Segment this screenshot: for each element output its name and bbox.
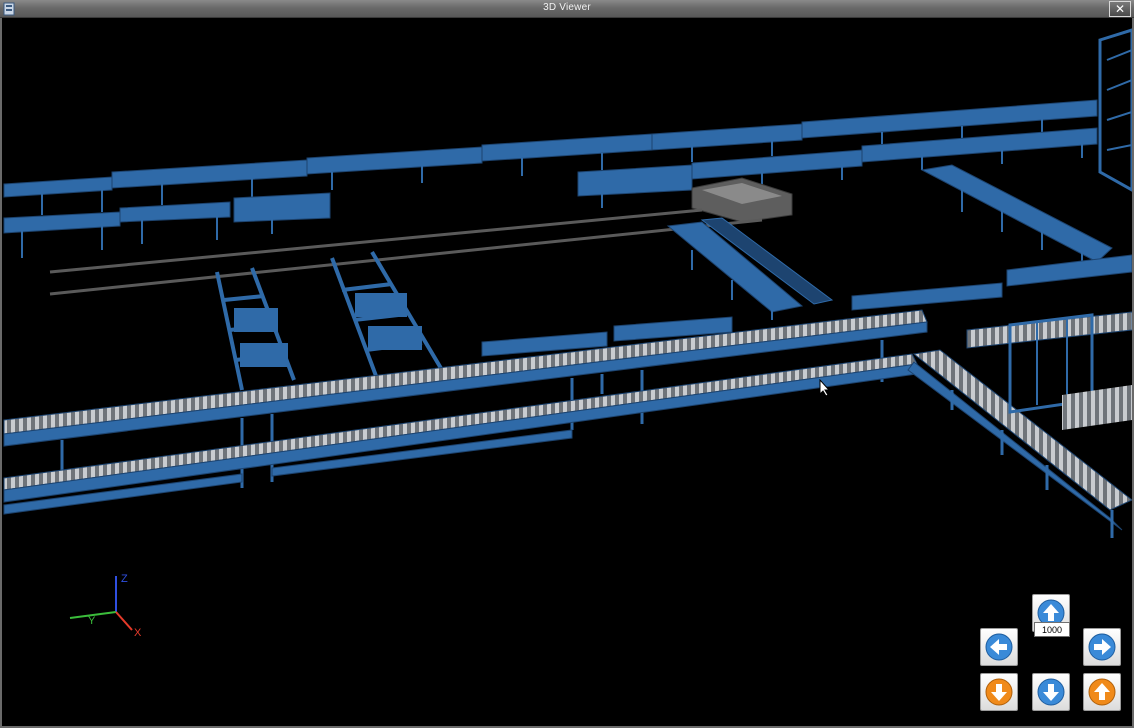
title-bar: 3D Viewer ✕ — [0, 0, 1134, 18]
arrow-right-icon — [1088, 633, 1116, 661]
arrow-left-icon — [985, 633, 1013, 661]
transfer-machine — [691, 177, 793, 223]
pan-down-button[interactable] — [1032, 673, 1070, 711]
axis-gizmo: Z Y X — [69, 573, 142, 639]
axis-x-label: X — [134, 627, 142, 639]
axis-y-label: Y — [88, 615, 96, 627]
ladder-transfer-left — [215, 267, 296, 391]
conveyor-scene[interactable] — [2, 18, 1132, 726]
3d-viewport[interactable]: Z Y X — [0, 18, 1134, 728]
zoom-out-icon — [985, 678, 1013, 706]
floor-rails — [49, 208, 763, 296]
pan-left-button[interactable] — [980, 628, 1018, 666]
mid-diagonal-conveyor — [666, 217, 834, 320]
arrow-down-icon — [1037, 678, 1065, 706]
mouse-cursor-icon — [819, 379, 831, 397]
step-size-input[interactable] — [1034, 622, 1070, 637]
tower-frame — [1098, 28, 1132, 192]
axis-z-label: Z — [121, 573, 128, 585]
right-roller-conveyor — [907, 349, 1132, 538]
close-button[interactable]: ✕ — [1109, 1, 1131, 17]
far-conveyor-line — [3, 99, 1098, 215]
zoom-out-button[interactable] — [980, 673, 1018, 711]
pan-right-button[interactable] — [1083, 628, 1121, 666]
zoom-in-icon — [1088, 678, 1116, 706]
zoom-in-button[interactable] — [1083, 673, 1121, 711]
window-title: 3D Viewer — [543, 2, 591, 13]
right-angled-conveyor — [851, 164, 1132, 311]
close-icon: ✕ — [1114, 2, 1126, 16]
